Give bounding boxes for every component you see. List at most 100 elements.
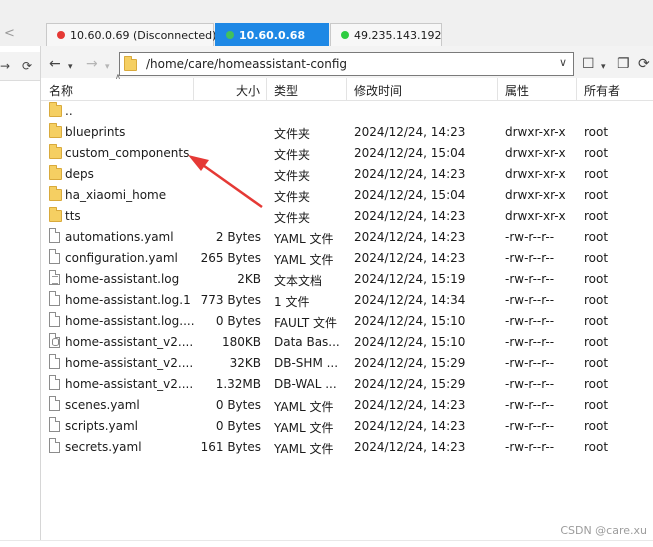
history-dropdown-icon[interactable]: ▾ <box>68 59 73 75</box>
file-row[interactable]: configuration.yaml 265 Bytes YAML 文件 2024/1… <box>41 247 653 268</box>
file-modified: 2024/12/24, 15:19 <box>354 272 466 286</box>
file-row[interactable]: deps 文件夹 2024/12/24, 14:23 drwxr-xr-x root <box>41 163 653 184</box>
file-owner: root <box>584 398 609 412</box>
file-permissions: -rw-r--r-- <box>505 251 555 265</box>
file-size: 265 Bytes <box>200 251 261 265</box>
back-arrow-icon[interactable]: ← <box>49 56 61 72</box>
file-row[interactable]: home-assistant.log.... 0 Bytes FAULT 文件 202… <box>41 310 653 331</box>
file-name: scenes.yaml <box>65 398 140 412</box>
file-owner: root <box>584 293 609 307</box>
file-modified: 2024/12/24, 14:23 <box>354 398 466 412</box>
file-icon <box>48 438 62 455</box>
file-permissions: -rw-r--r-- <box>505 335 555 349</box>
file-name: home-assistant_v2.... <box>65 335 194 349</box>
column-divider[interactable] <box>266 78 267 100</box>
file-type: YAML 文件 <box>274 253 334 267</box>
status-dot-icon <box>226 31 234 39</box>
file-icon <box>48 417 62 434</box>
column-divider[interactable] <box>193 78 194 100</box>
file-owner: root <box>584 272 609 286</box>
bookmark-icon[interactable]: ☐ <box>582 56 595 72</box>
file-icon <box>48 228 62 245</box>
column-divider[interactable] <box>497 78 498 100</box>
column-header: ∧ 名称 大小 类型 修改时间 属性 所有者 <box>41 72 653 101</box>
file-name: blueprints <box>65 125 126 139</box>
file-row[interactable]: home-assistant_v2.... 1.32MB DB-WAL ... 202… <box>41 373 653 394</box>
file-owner: root <box>584 146 609 160</box>
column-type[interactable]: 类型 <box>274 82 298 99</box>
file-name: home-assistant_v2.... <box>65 377 194 391</box>
file-row[interactable]: ha_xiaomi_home 文件夹 2024/12/24, 15:04 drwxr-… <box>41 184 653 205</box>
file-owner: root <box>584 440 609 454</box>
tab-session-2[interactable]: 10.60.0.68 <box>215 23 329 47</box>
file-type: 文本文档 <box>274 274 323 288</box>
file-modified: 2024/12/24, 14:23 <box>354 251 466 265</box>
file-modified: 2024/12/24, 14:23 <box>354 209 466 223</box>
refresh-icon[interactable]: ⟳ <box>638 56 650 72</box>
file-owner: root <box>584 335 609 349</box>
file-permissions: -rw-r--r-- <box>505 398 555 412</box>
file-permissions: -rw-r--r-- <box>505 272 555 286</box>
path-dropdown-icon[interactable]: ∨ <box>559 56 567 69</box>
file-row[interactable]: custom_components 文件夹 2024/12/24, 15:04 drw… <box>41 142 653 163</box>
tab-session-3[interactable]: 49.235.143.192 <box>330 23 442 47</box>
file-name: home-assistant.log.1 <box>65 293 191 307</box>
file-size: 180KB <box>221 335 261 349</box>
file-owner: root <box>584 419 609 433</box>
file-name: configuration.yaml <box>65 251 178 265</box>
new-folder-icon[interactable]: ❐ <box>617 56 630 72</box>
file-row[interactable]: .. <box>41 100 653 121</box>
column-divider[interactable] <box>576 78 577 100</box>
file-row[interactable]: scenes.yaml 0 Bytes YAML 文件 2024/12/24, 14:… <box>41 394 653 415</box>
file-icon <box>48 354 62 371</box>
file-modified: 2024/12/24, 15:29 <box>354 377 466 391</box>
file-row[interactable]: home-assistant_v2.... 32KB DB-SHM ... 2024/… <box>41 352 653 373</box>
path-input[interactable]: /home/care/homeassistant-config ∨ <box>119 52 574 76</box>
file-modified: 2024/12/24, 14:23 <box>354 167 466 181</box>
file-owner: root <box>584 188 609 202</box>
file-type: DB-SHM ... <box>274 356 339 370</box>
file-permissions: -rw-r--r-- <box>505 314 555 328</box>
tab-session-1[interactable]: 10.60.0.69 (Disconnected) <box>46 23 216 47</box>
scroll-left-icon[interactable]: < <box>4 26 15 41</box>
file-owner: root <box>584 377 609 391</box>
column-name[interactable]: 名称 <box>49 82 73 99</box>
column-attributes[interactable]: 属性 <box>505 82 529 99</box>
file-modified: 2024/12/24, 15:04 <box>354 188 466 202</box>
column-size[interactable]: 大小 <box>236 82 260 99</box>
file-row[interactable]: home-assistant.log.1 773 Bytes 1 文件 2024/12… <box>41 289 653 310</box>
file-row[interactable]: blueprints 文件夹 2024/12/24, 14:23 drwxr-xr-x… <box>41 121 653 142</box>
file-size: 773 Bytes <box>200 293 261 307</box>
file-size: 0 Bytes <box>215 398 261 412</box>
nav-icon[interactable]: → <box>0 59 10 73</box>
file-owner: root <box>584 230 609 244</box>
file-row[interactable]: scripts.yaml 0 Bytes YAML 文件 2024/12/24, 14… <box>41 415 653 436</box>
file-row[interactable]: home-assistant.log 2KB 文本文档 2024/12/24, 15:… <box>41 268 653 289</box>
forward-arrow-icon[interactable]: → <box>86 56 98 72</box>
file-modified: 2024/12/24, 14:23 <box>354 440 466 454</box>
file-size: 0 Bytes <box>215 314 261 328</box>
file-permissions: -rw-r--r-- <box>505 230 555 244</box>
forward-dropdown-icon[interactable]: ▾ <box>105 59 110 75</box>
column-divider[interactable] <box>346 78 347 100</box>
file-owner: root <box>584 356 609 370</box>
file-permissions: drwxr-xr-x <box>505 188 566 202</box>
file-type: YAML 文件 <box>274 442 334 456</box>
file-modified: 2024/12/24, 14:23 <box>354 125 466 139</box>
file-name: home-assistant.log <box>65 272 180 286</box>
file-row[interactable]: home-assistant_v2.... 180KB Data Bas... 202… <box>41 331 653 352</box>
file-row[interactable]: automations.yaml 2 Bytes YAML 文件 2024/12/24… <box>41 226 653 247</box>
column-owner[interactable]: 所有者 <box>584 82 620 99</box>
column-modified[interactable]: 修改时间 <box>354 82 402 99</box>
file-name: tts <box>65 209 81 223</box>
bookmark-dropdown-icon[interactable]: ▾ <box>601 59 606 75</box>
file-row[interactable]: tts 文件夹 2024/12/24, 14:23 drwxr-xr-x root <box>41 205 653 226</box>
status-dot-icon <box>341 31 349 39</box>
file-permissions: drwxr-xr-x <box>505 167 566 181</box>
file-permissions: -rw-r--r-- <box>505 377 555 391</box>
file-owner: root <box>584 251 609 265</box>
file-owner: root <box>584 125 609 139</box>
refresh-icon[interactable]: ⟳ <box>22 59 32 73</box>
file-size: 2KB <box>237 272 261 286</box>
file-row[interactable]: secrets.yaml 161 Bytes YAML 文件 2024/12/24, … <box>41 436 653 457</box>
